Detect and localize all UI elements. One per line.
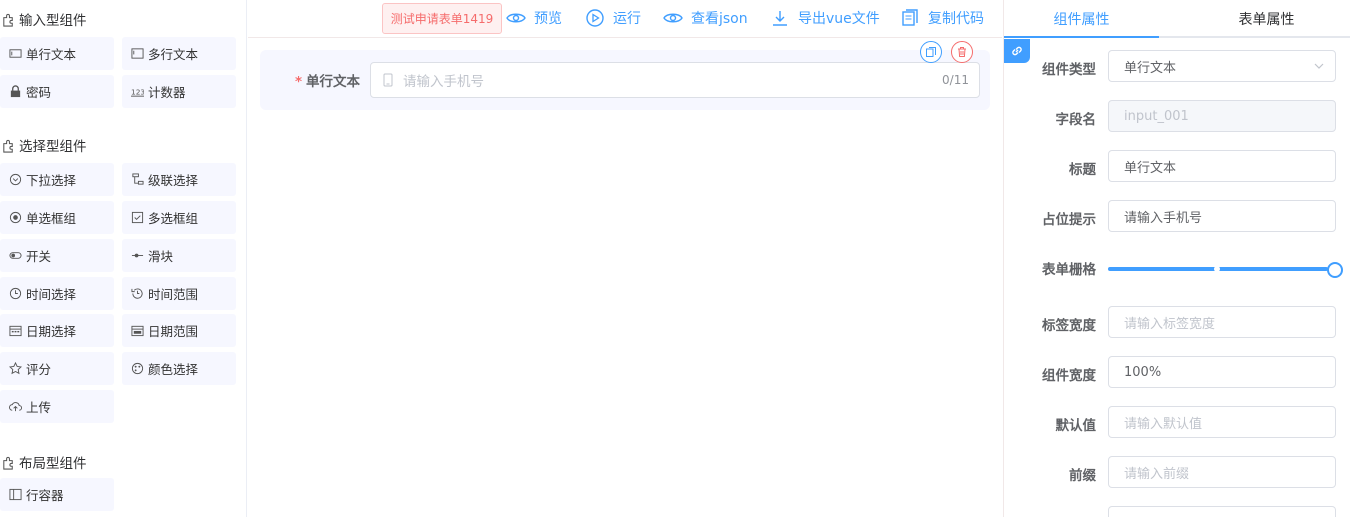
play-icon: [585, 8, 605, 28]
chevron-down-icon: [1313, 60, 1325, 72]
mobile-icon: [381, 73, 395, 87]
view-json-button[interactable]: 查看json: [663, 7, 748, 29]
slider-handle[interactable]: [1327, 262, 1343, 278]
palette-item-password[interactable]: 密码: [0, 75, 114, 108]
upload-icon: [9, 400, 22, 413]
properties-panel: 组件属性 表单属性 组件类型 单行文本 字段名 input_001 标题 单行文…: [1003, 0, 1350, 517]
form-name-tag[interactable]: 测试申请表单1419: [382, 3, 502, 34]
design-canvas: * 单行文本 请输入手机号 0/11: [248, 39, 1002, 517]
active-tab-indicator: [1004, 36, 1159, 38]
row-icon: [9, 488, 22, 501]
active-form-item[interactable]: * 单行文本 请输入手机号 0/11: [260, 50, 990, 110]
cascader-icon: [131, 173, 144, 186]
palette-item-textarea[interactable]: 多行文本: [122, 37, 236, 70]
palette-item-color[interactable]: 颜色选择: [122, 352, 236, 385]
time-range-icon: [131, 287, 144, 300]
property-tabs: 组件属性 表单属性: [1004, 0, 1350, 38]
delete-item-button[interactable]: [951, 41, 973, 63]
char-counter: 0/11: [942, 73, 969, 87]
palette-item-upload[interactable]: 上传: [0, 390, 114, 423]
prop-label-label-width: 标签宽度: [1042, 318, 1096, 334]
prop-label-placeholder: 占位提示: [1042, 212, 1096, 228]
top-toolbar: 测试申请表单1419 预览 运行 查看json 导出vue文件 复制代码: [248, 0, 1002, 38]
component-palette: 输入型组件 单行文本 多行文本 密码 123 计数器 选择型组件 下拉选择 级联…: [0, 0, 247, 517]
clock-icon: [9, 287, 22, 300]
star-icon: [9, 362, 22, 375]
palette-item-switch[interactable]: 开关: [0, 239, 114, 272]
default-value-input[interactable]: 请输入默认值: [1108, 406, 1336, 438]
palette-item-slider[interactable]: 滑块: [122, 239, 236, 272]
copy-item-button[interactable]: [920, 41, 942, 63]
prop-label-field: 字段名: [1055, 112, 1097, 128]
slider-stop: [1214, 266, 1220, 272]
palette-item-time[interactable]: 时间选择: [0, 277, 114, 310]
palette-icon: [131, 362, 144, 375]
copy-icon: [925, 46, 937, 58]
checkbox-icon: [131, 211, 144, 224]
download-icon: [770, 8, 790, 28]
span-slider[interactable]: [1108, 262, 1343, 278]
slider-icon: [131, 249, 144, 262]
copy-code-button[interactable]: 复制代码: [900, 7, 984, 29]
switch-icon: [9, 249, 22, 262]
component-icon: [0, 454, 16, 470]
palette-item-rate[interactable]: 评分: [0, 352, 114, 385]
input-icon: [9, 47, 22, 60]
form-generator-app: 输入型组件 单行文本 多行文本 密码 123 计数器 选择型组件 下拉选择 级联…: [0, 0, 1350, 517]
svg-text:123: 123: [131, 87, 144, 96]
layout-group-title: 布局型组件: [0, 451, 87, 473]
eye-icon: [663, 8, 683, 28]
eye-icon: [506, 8, 526, 28]
calendar-icon: [9, 324, 22, 337]
input-placeholder: 请输入手机号: [403, 74, 484, 90]
palette-item-cascader[interactable]: 级联选择: [122, 163, 236, 196]
label-width-input[interactable]: 请输入标签宽度: [1108, 306, 1336, 338]
component-width-input[interactable]: 100%: [1108, 356, 1336, 388]
component-icon: [0, 11, 16, 27]
palette-item-select[interactable]: 下拉选择: [0, 163, 114, 196]
palette-item-checkbox[interactable]: 多选框组: [122, 201, 236, 234]
number-icon: 123: [131, 85, 144, 98]
select-icon: [9, 173, 22, 186]
field-label: * 单行文本: [294, 74, 360, 90]
run-button[interactable]: 运行: [585, 7, 641, 29]
suffix-input[interactable]: [1108, 506, 1336, 517]
placeholder-input[interactable]: 请输入手机号: [1108, 200, 1336, 232]
document-copy-icon: [900, 8, 920, 28]
palette-item-radio[interactable]: 单选框组: [0, 201, 114, 234]
select-group-title: 选择型组件: [0, 134, 87, 156]
preview-button[interactable]: 预览: [506, 7, 562, 29]
palette-item-number[interactable]: 123 计数器: [122, 75, 236, 108]
title-input[interactable]: 单行文本: [1108, 150, 1336, 182]
field-name-input: input_001: [1108, 100, 1336, 132]
radio-icon: [9, 211, 22, 224]
required-mark: *: [294, 74, 302, 90]
prefix-input[interactable]: 请输入前缀: [1108, 456, 1336, 488]
input-group-title: 输入型组件: [0, 8, 87, 30]
link-icon: [1010, 44, 1024, 58]
textarea-icon: [131, 47, 144, 60]
prop-label-title: 标题: [1069, 162, 1096, 178]
component-icon: [0, 137, 16, 153]
prop-label-comp-width: 组件宽度: [1042, 368, 1096, 384]
prop-label-type: 组件类型: [1042, 62, 1096, 78]
lock-icon: [9, 85, 22, 98]
palette-item-time-range[interactable]: 时间范围: [122, 277, 236, 310]
export-vue-button[interactable]: 导出vue文件: [770, 7, 880, 29]
phone-input[interactable]: 请输入手机号 0/11: [370, 62, 980, 98]
palette-item-date-range[interactable]: 日期范围: [122, 314, 236, 347]
prop-label-span: 表单栅格: [1042, 262, 1096, 278]
tab-form-props[interactable]: 表单属性: [1189, 0, 1344, 38]
date-range-icon: [131, 324, 144, 337]
trash-icon: [956, 46, 968, 58]
prop-label-prefix: 前缀: [1069, 468, 1096, 484]
palette-item-date[interactable]: 日期选择: [0, 314, 114, 347]
component-type-select[interactable]: 单行文本: [1108, 50, 1336, 82]
tab-component-props[interactable]: 组件属性: [1004, 0, 1159, 38]
palette-item-row[interactable]: 行容器: [0, 478, 114, 511]
palette-item-input[interactable]: 单行文本: [0, 37, 114, 70]
prop-label-default: 默认值: [1055, 418, 1097, 434]
